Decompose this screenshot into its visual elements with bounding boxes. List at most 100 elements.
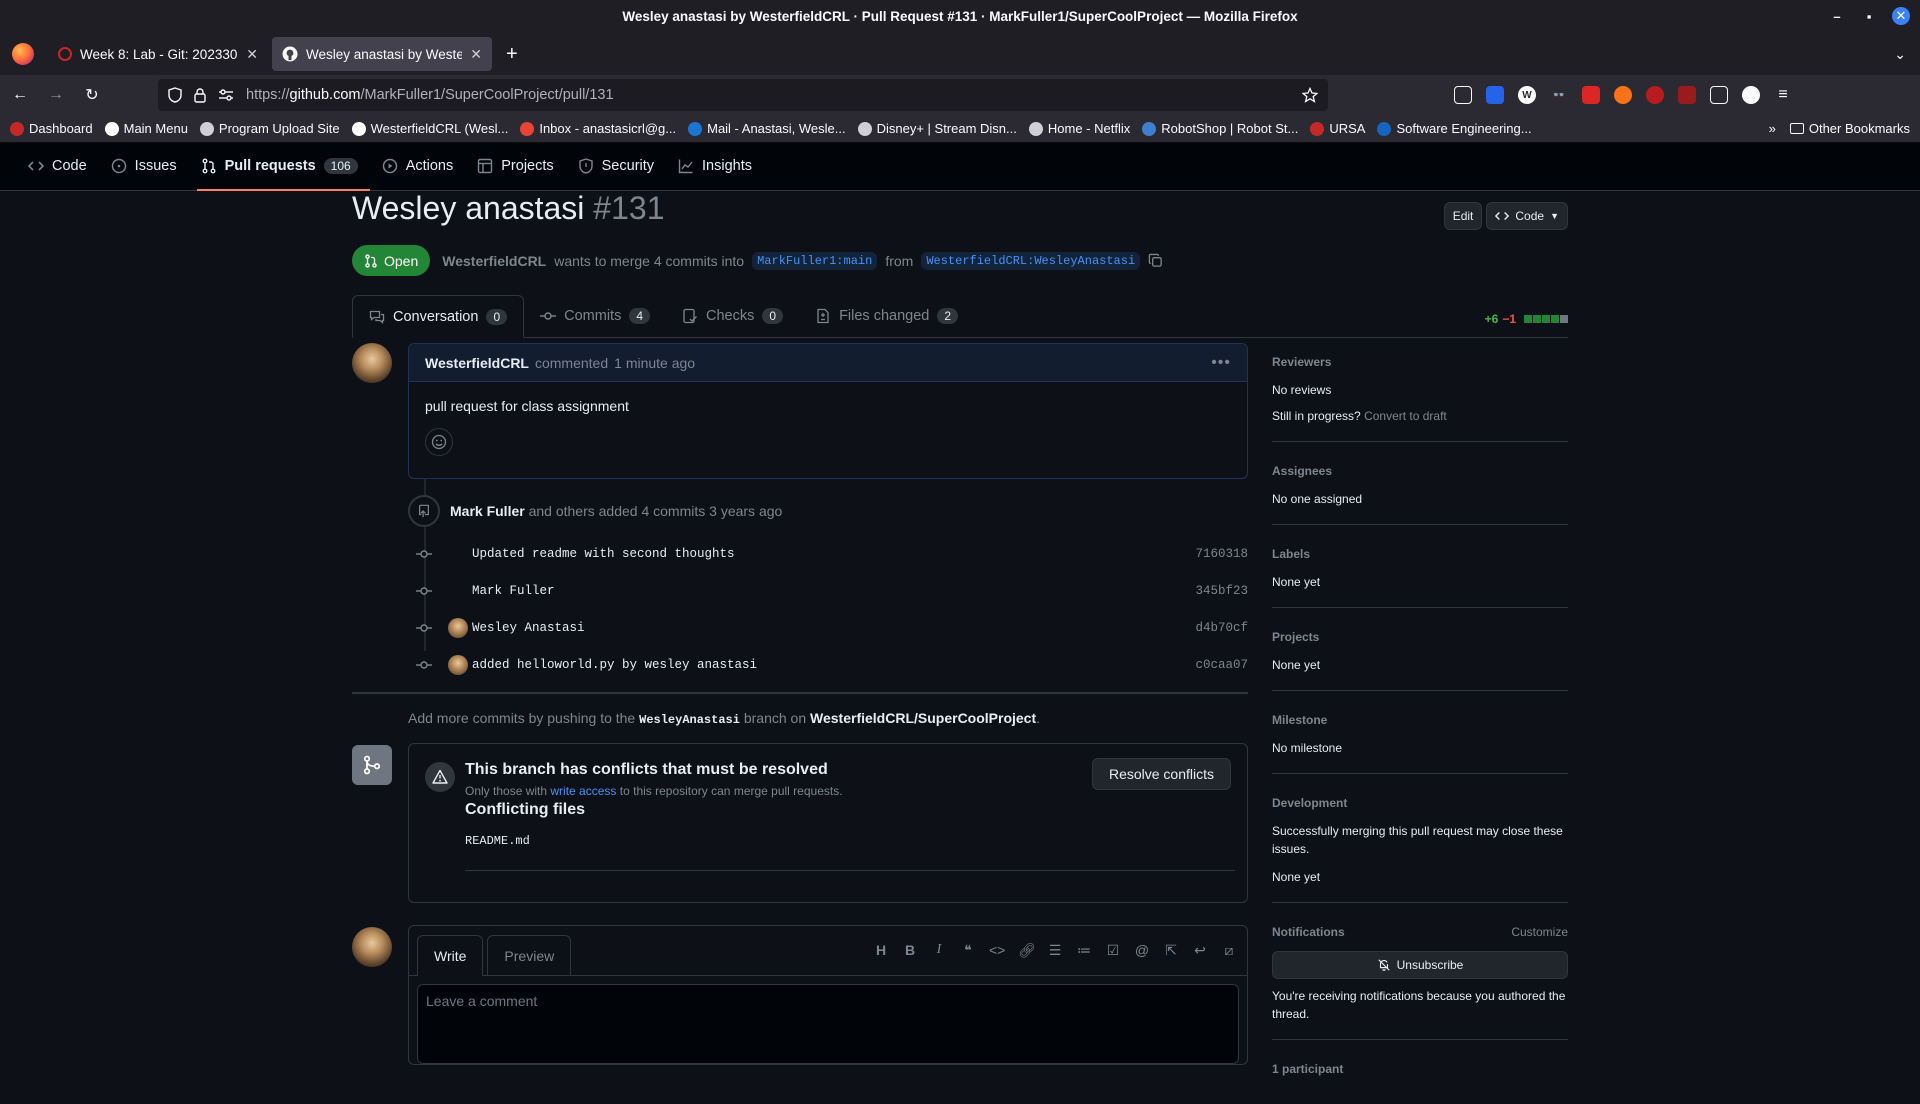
repo-tab-actions[interactable]: Actions xyxy=(370,142,466,190)
maximize-icon[interactable]: ▪ xyxy=(1860,7,1878,25)
bookmark-item[interactable]: Home - Netflix xyxy=(1028,121,1130,136)
heading-icon[interactable]: H xyxy=(873,942,889,959)
base-branch[interactable]: MarkFuller1:main xyxy=(752,251,878,270)
lock-icon[interactable] xyxy=(194,87,206,103)
bookmark-item[interactable]: URSA xyxy=(1310,121,1365,136)
minimize-icon[interactable]: – xyxy=(1828,7,1846,25)
browser-tab-pr[interactable]: Wesley anastasi by Westerfi ✕ xyxy=(272,37,492,71)
back-icon[interactable]: ← xyxy=(10,85,30,105)
extension-blue-icon[interactable] xyxy=(1486,86,1504,104)
commit-message[interactable]: Wesley Anastasi xyxy=(472,621,1195,635)
kebab-horizontal-icon[interactable]: ••• xyxy=(1211,354,1231,372)
commit-message[interactable]: added helloworld.py by wesley anastasi xyxy=(472,658,1195,672)
tab-checks[interactable]: Checks 0 xyxy=(666,295,799,337)
repo-tab-insights[interactable]: Insights xyxy=(666,142,764,190)
commits-event-author[interactable]: Mark Fuller xyxy=(450,503,525,519)
resolve-conflicts-button[interactable]: Resolve conflicts xyxy=(1091,758,1231,790)
repo-tab-pull-requests[interactable]: Pull requests 106 xyxy=(189,142,370,191)
ordered-list-icon[interactable]: ≔ xyxy=(1076,942,1092,959)
sidebar-heading[interactable]: Reviewers xyxy=(1272,355,1331,369)
forward-icon[interactable]: → xyxy=(46,85,66,105)
tab-conversation[interactable]: Conversation 0 xyxy=(352,295,525,338)
italic-icon[interactable]: I xyxy=(931,942,947,959)
push-hint-repo-link[interactable]: WesterfieldCRL/SuperCoolProject xyxy=(810,710,1036,726)
commit-message[interactable]: Updated readme with second thoughts xyxy=(472,547,1195,561)
glasses-icon[interactable]: 👓 xyxy=(1550,86,1568,104)
url-text[interactable]: https://github.com/MarkFuller1/SuperCool… xyxy=(246,87,1290,103)
bookmark-item[interactable]: Mail - Anastasi, Wesle... xyxy=(688,121,846,136)
slash-command-icon[interactable]: ⧄ xyxy=(1221,942,1237,959)
url-bar[interactable]: https://github.com/MarkFuller1/SuperCool… xyxy=(158,79,1328,111)
reload-icon[interactable]: ↻ xyxy=(82,85,102,105)
preview-tab[interactable]: Preview xyxy=(487,935,572,975)
more-bookmarks-icon[interactable]: » xyxy=(1769,121,1776,136)
commit-sha[interactable]: 345bf23 xyxy=(1195,584,1248,598)
commit-sha[interactable]: c0caa07 xyxy=(1195,658,1248,672)
extension-red-icon[interactable] xyxy=(1582,86,1600,104)
task-list-icon[interactable]: ☑ xyxy=(1105,942,1121,959)
shield-icon[interactable] xyxy=(168,87,182,103)
code-icon[interactable]: <> xyxy=(989,942,1005,959)
reply-icon[interactable]: ↩ xyxy=(1192,942,1208,959)
avatar[interactable] xyxy=(352,343,392,383)
bookmark-item[interactable]: Inbox - anastasicrl@g... xyxy=(520,121,676,136)
sidebar-heading[interactable]: Milestone xyxy=(1272,713,1327,727)
repo-tab-security[interactable]: Security xyxy=(566,142,666,190)
commit-message[interactable]: Mark Fuller xyxy=(472,584,1195,598)
mention-icon[interactable]: @ xyxy=(1134,942,1150,959)
unsubscribe-button[interactable]: Unsubscribe xyxy=(1272,951,1568,979)
menu-icon[interactable]: ≡ xyxy=(1774,86,1792,104)
sidebar-heading[interactable]: Assignees xyxy=(1272,464,1332,478)
avatar[interactable] xyxy=(352,927,392,967)
comment-time[interactable]: 1 minute ago xyxy=(614,355,695,371)
bookmark-item[interactable]: Program Upload Site xyxy=(199,121,340,136)
pocket-icon[interactable] xyxy=(1454,86,1472,104)
customize-notifications-link[interactable]: Customize xyxy=(1511,925,1568,939)
code-dropdown-button[interactable]: Code ▼ xyxy=(1486,202,1568,230)
off-extension-icon[interactable] xyxy=(1678,86,1696,104)
cross-reference-icon[interactable]: ⇱ xyxy=(1163,942,1179,959)
wikipedia-icon[interactable]: W xyxy=(1518,86,1536,104)
list-all-tabs-icon[interactable]: ⌄ xyxy=(1894,46,1906,63)
write-tab[interactable]: Write xyxy=(417,935,484,976)
bookmark-item[interactable]: Dashboard xyxy=(10,121,93,136)
add-reaction-button[interactable] xyxy=(425,428,453,456)
quote-icon[interactable]: ❝ xyxy=(960,942,976,959)
sidebar-heading[interactable]: Development xyxy=(1272,796,1347,810)
close-tab-icon[interactable]: ✕ xyxy=(246,46,258,63)
write-access-link[interactable]: write access xyxy=(550,784,616,798)
close-window-icon[interactable]: ✕ xyxy=(1892,7,1910,25)
commit-sha[interactable]: 7160318 xyxy=(1195,547,1248,561)
bookmark-item[interactable]: WesterfieldCRL (Wesl... xyxy=(351,121,508,136)
copy-icon[interactable] xyxy=(1148,253,1163,268)
account-icon[interactable] xyxy=(1742,86,1760,104)
unordered-list-icon[interactable]: ☰ xyxy=(1047,942,1063,959)
comment-author-link[interactable]: WesterfieldCRL xyxy=(425,355,529,371)
bookmark-star-icon[interactable] xyxy=(1302,87,1318,103)
bookmark-item[interactable]: Software Engineering... xyxy=(1377,121,1532,136)
bold-icon[interactable]: B xyxy=(902,942,918,959)
brave-icon[interactable] xyxy=(1614,86,1632,104)
convert-to-draft-link[interactable]: Convert to draft xyxy=(1364,409,1447,423)
avatar[interactable] xyxy=(448,618,468,638)
tab-files-changed[interactable]: Files changed 2 xyxy=(799,295,974,337)
repo-tab-issues[interactable]: Issues xyxy=(99,142,189,190)
avatar[interactable] xyxy=(448,655,468,675)
tab-commits[interactable]: Commits 4 xyxy=(524,295,666,337)
bookmark-item[interactable]: Main Menu xyxy=(104,121,188,136)
extensions-puzzle-icon[interactable] xyxy=(1710,86,1728,104)
bookmark-item[interactable]: RobotShop | Robot St... xyxy=(1142,121,1298,136)
close-tab-icon[interactable]: ✕ xyxy=(470,46,482,63)
repo-tab-code[interactable]: Code xyxy=(16,142,99,190)
sidebar-heading[interactable]: Labels xyxy=(1272,547,1310,561)
bookmark-item[interactable]: Disney+ | Stream Disn... xyxy=(857,121,1017,136)
ublock-icon[interactable] xyxy=(1646,86,1664,104)
other-bookmarks[interactable]: Other Bookmarks xyxy=(1789,121,1910,136)
new-tab-icon[interactable]: + xyxy=(506,43,518,66)
head-branch[interactable]: WesterfieldCRL:WesleyAnastasi xyxy=(921,251,1141,270)
commit-sha[interactable]: d4b70cf xyxy=(1195,621,1248,635)
link-icon[interactable]: 🔗︎ xyxy=(1018,942,1036,959)
sidebar-heading[interactable]: Projects xyxy=(1272,630,1319,644)
permissions-icon[interactable] xyxy=(218,88,234,102)
edit-button[interactable]: Edit xyxy=(1443,202,1483,230)
